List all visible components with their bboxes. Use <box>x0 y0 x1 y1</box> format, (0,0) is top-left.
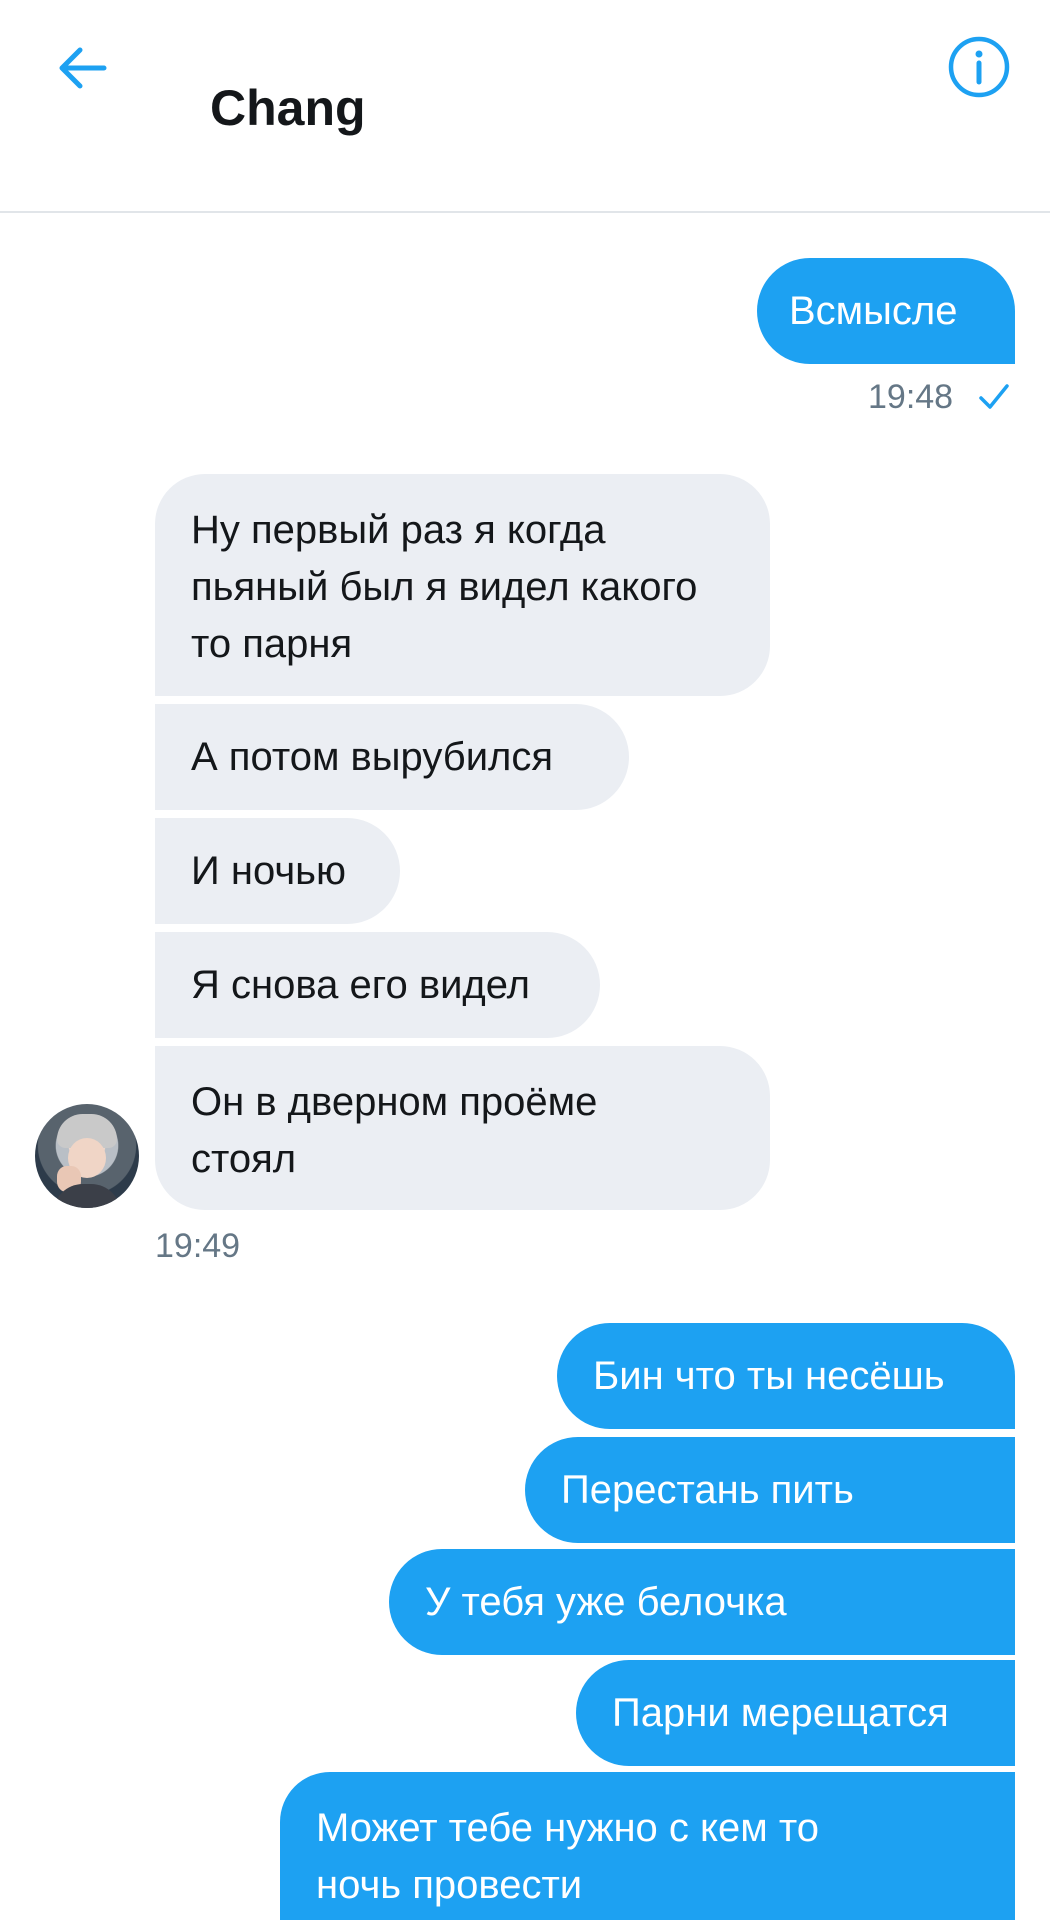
incoming-message[interactable]: Ну первый раз я когда пьяный был я видел… <box>155 474 770 696</box>
message-text: Он в дверном проёме стоял <box>191 1080 598 1181</box>
outgoing-message[interactable]: Перестань пить <box>525 1437 1015 1543</box>
outgoing-message[interactable]: Всмысле <box>757 258 1015 364</box>
message-text: У тебя уже белочка <box>425 1579 787 1624</box>
incoming-message[interactable]: А потом вырубился <box>155 704 629 810</box>
message-text: Я снова его видел <box>191 962 531 1007</box>
chat-screen: Chang Всмысле 19:48 Ну первый раз я когд… <box>0 0 1050 1920</box>
message-timestamp: 19:48 <box>868 378 954 416</box>
message-text: Может тебе нужно с кем то ночь провести <box>316 1806 819 1907</box>
message-text: Перестань пить <box>561 1467 854 1512</box>
outgoing-message[interactable]: У тебя уже белочка <box>389 1549 1015 1655</box>
message-timestamp: 19:49 <box>155 1227 241 1265</box>
outgoing-message[interactable]: Может тебе нужно с кем то ночь провести <box>280 1772 1015 1920</box>
back-button[interactable] <box>50 36 114 100</box>
avatar[interactable] <box>35 1104 139 1208</box>
info-circle-icon <box>948 36 1010 98</box>
message-text: Бин что ты несёшь <box>593 1353 945 1398</box>
arrow-left-icon <box>59 47 107 89</box>
incoming-message[interactable]: Я снова его видел <box>155 932 600 1038</box>
checkmark-icon <box>979 384 1009 409</box>
incoming-message[interactable]: Он в дверном проёме стоял <box>155 1046 770 1210</box>
message-text: И ночью <box>191 848 346 893</box>
message-text: Парни мерещатся <box>612 1690 949 1735</box>
message-text: Всмысле <box>789 288 958 333</box>
incoming-message[interactable]: И ночью <box>155 818 400 924</box>
message-text: А потом вырубился <box>191 734 554 779</box>
message-text: Ну первый раз я когда пьяный был я видел… <box>191 508 698 666</box>
outgoing-message[interactable]: Бин что ты несёшь <box>557 1323 1015 1429</box>
outgoing-message[interactable]: Парни мерещатся <box>576 1660 1015 1766</box>
chat-header: Chang <box>0 0 1050 213</box>
info-button[interactable] <box>946 34 1012 100</box>
chat-title: Chang <box>210 80 366 136</box>
